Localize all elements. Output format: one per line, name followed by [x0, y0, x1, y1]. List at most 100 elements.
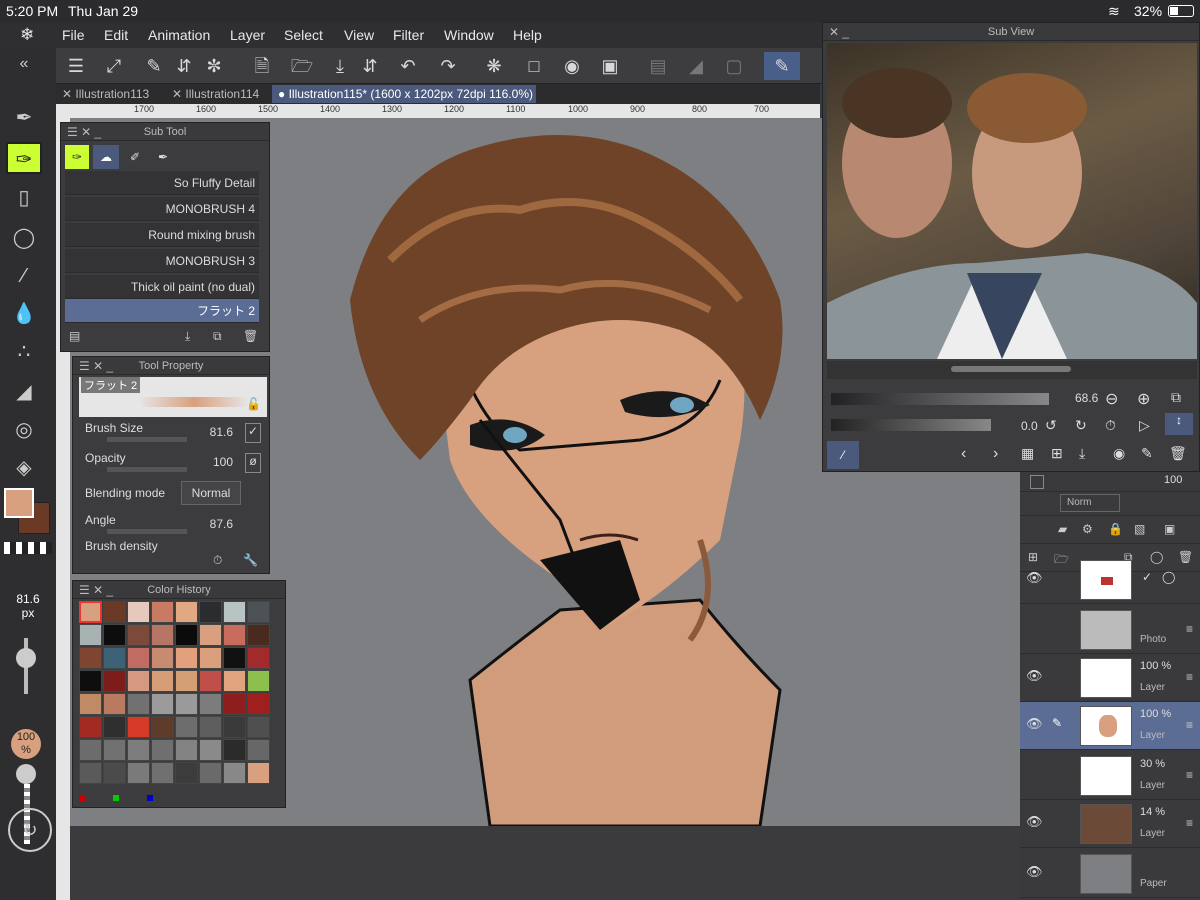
quick-access-icon[interactable]: ↻: [8, 808, 52, 852]
previous-icon[interactable]: ‹: [961, 445, 966, 463]
lock-icon[interactable]: 🔓: [246, 397, 261, 411]
layer-row[interactable]: 👁 ✓ ◯: [1020, 556, 1200, 604]
delete-image-icon[interactable]: 🗑: [1169, 445, 1187, 462]
collapse-icon[interactable]: «: [6, 48, 42, 80]
color-swatch[interactable]: [103, 716, 126, 738]
redo-icon[interactable]: ↷: [434, 52, 462, 80]
layer-row[interactable]: Photo ≡: [1020, 606, 1200, 654]
menu-filter[interactable]: Filter: [393, 27, 424, 43]
menu-layer[interactable]: Layer: [230, 27, 265, 43]
eye-icon[interactable]: 👁: [1026, 668, 1043, 684]
delete-icon[interactable]: 🗑: [243, 329, 258, 343]
layer-color-icon[interactable]: [1030, 475, 1044, 489]
color-swatch[interactable]: [79, 716, 102, 738]
color-swatch[interactable]: [151, 716, 174, 738]
expand-selection-icon[interactable]: ▢: [720, 52, 748, 80]
color-swatch[interactable]: [175, 624, 198, 646]
color-swatch[interactable]: [199, 601, 222, 623]
color-swatch[interactable]: [175, 716, 198, 738]
app-logo-icon[interactable]: ❄: [20, 25, 34, 45]
color-swatch[interactable]: [175, 601, 198, 623]
blend-tool-icon[interactable]: 💧: [6, 298, 42, 330]
grid-view-icon[interactable]: ▦: [1021, 445, 1034, 462]
wrench-icon[interactable]: 🔧: [243, 553, 258, 567]
check-icon[interactable]: ✓: [1142, 570, 1152, 584]
color-swatch[interactable]: [247, 670, 270, 692]
color-swatch[interactable]: [79, 624, 102, 646]
menu-animation[interactable]: Animation: [148, 27, 210, 43]
panel-controls-icon[interactable]: ☰ ✕ _: [67, 123, 101, 141]
color-swatch[interactable]: [247, 716, 270, 738]
paint-brush-icon[interactable]: ✐: [123, 145, 147, 169]
color-swatch[interactable]: [127, 693, 150, 715]
opacity-slider-knob[interactable]: [16, 764, 36, 784]
color-swatch[interactable]: [247, 647, 270, 669]
menu-help[interactable]: Help: [513, 27, 542, 43]
color-swatch[interactable]: [199, 670, 222, 692]
subview-scroll-thumb[interactable]: [951, 366, 1071, 372]
tab-illustration113[interactable]: ✕ Illustration113: [56, 85, 166, 103]
color-swatch[interactable]: [127, 739, 150, 761]
color-swatch[interactable]: [223, 716, 246, 738]
color-swatch[interactable]: [127, 601, 150, 623]
fill-bucket-icon[interactable]: ◉: [558, 52, 586, 80]
decoration-tool-icon[interactable]: ∴: [6, 336, 42, 368]
rotation-slider[interactable]: [831, 419, 991, 431]
flip-vertical-icon[interactable]: ↕: [1165, 413, 1193, 435]
edit-image-icon[interactable]: ✎: [1141, 445, 1153, 462]
color-swatch[interactable]: [103, 693, 126, 715]
layer-row-active[interactable]: 👁 ✎ 100 % Layer ≡: [1020, 702, 1200, 750]
color-swatch[interactable]: [79, 647, 102, 669]
layer-blend-select[interactable]: Norm: [1060, 494, 1120, 512]
3d-tool-icon[interactable]: ◎: [6, 414, 42, 446]
color-swatch[interactable]: [127, 624, 150, 646]
reference-icon[interactable]: ▰: [1058, 522, 1067, 536]
color-swatch[interactable]: [79, 739, 102, 761]
color-swatch[interactable]: [103, 601, 126, 623]
color-swatch[interactable]: [79, 762, 102, 784]
next-icon[interactable]: ›: [993, 445, 998, 463]
menu-select[interactable]: Select: [284, 27, 323, 43]
snap-icon[interactable]: ✎: [764, 52, 800, 80]
open-folder-icon[interactable]: 🗁: [288, 52, 316, 80]
selection-dotted-icon[interactable]: □: [520, 52, 548, 80]
color-swatch[interactable]: [223, 739, 246, 761]
color-swatch[interactable]: [199, 693, 222, 715]
color-swatch[interactable]: [199, 716, 222, 738]
color-swatch[interactable]: [223, 762, 246, 784]
color-swatch[interactable]: [199, 624, 222, 646]
brush-item[interactable]: MONOBRUSH 4: [65, 197, 259, 221]
color-swatch[interactable]: [103, 647, 126, 669]
bezier-icon[interactable]: ✼: [200, 52, 228, 80]
brush-density-row[interactable]: Brush density: [85, 539, 261, 553]
fill-tool-icon[interactable]: ◈: [6, 452, 42, 484]
color-swatch[interactable]: [223, 624, 246, 646]
hide-layer-icon[interactable]: ◯: [1162, 570, 1175, 584]
loading-icon[interactable]: ❋: [480, 52, 508, 80]
eyedropper-tool-icon[interactable]: ⁄: [6, 260, 42, 292]
color-swatch[interactable]: [199, 762, 222, 784]
layer-menu-icon[interactable]: ≡: [1186, 718, 1193, 732]
menu-view[interactable]: View: [344, 27, 374, 43]
hamburger-icon[interactable]: ☰: [62, 52, 90, 80]
mask-icon[interactable]: ▧: [1134, 522, 1145, 536]
angle-bar[interactable]: [107, 529, 187, 534]
import-icon[interactable]: ⤓: [185, 329, 190, 344]
new-file-icon[interactable]: 🗎: [248, 52, 276, 80]
color-swatch[interactable]: [175, 739, 198, 761]
import-image-icon[interactable]: ⤓: [1079, 445, 1085, 462]
eye-icon[interactable]: 👁: [1026, 716, 1043, 732]
color-swatch[interactable]: [175, 762, 198, 784]
fit-icon[interactable]: ⧉: [1171, 389, 1181, 406]
add-image-icon[interactable]: ⊞: [1051, 445, 1063, 462]
color-swatch[interactable]: [199, 647, 222, 669]
layer-menu-icon[interactable]: ≡: [1186, 622, 1193, 636]
pen-tool-icon[interactable]: ✒: [6, 102, 42, 134]
updown2-icon[interactable]: ⇵: [356, 52, 384, 80]
color-swatch[interactable]: [223, 601, 246, 623]
color-swatch[interactable]: [247, 624, 270, 646]
color-swatch[interactable]: [103, 762, 126, 784]
camera-icon[interactable]: ◉: [1113, 445, 1125, 462]
layer-row[interactable]: 👁 14 % Layer ≡: [1020, 800, 1200, 848]
color-swatch[interactable]: [103, 739, 126, 761]
